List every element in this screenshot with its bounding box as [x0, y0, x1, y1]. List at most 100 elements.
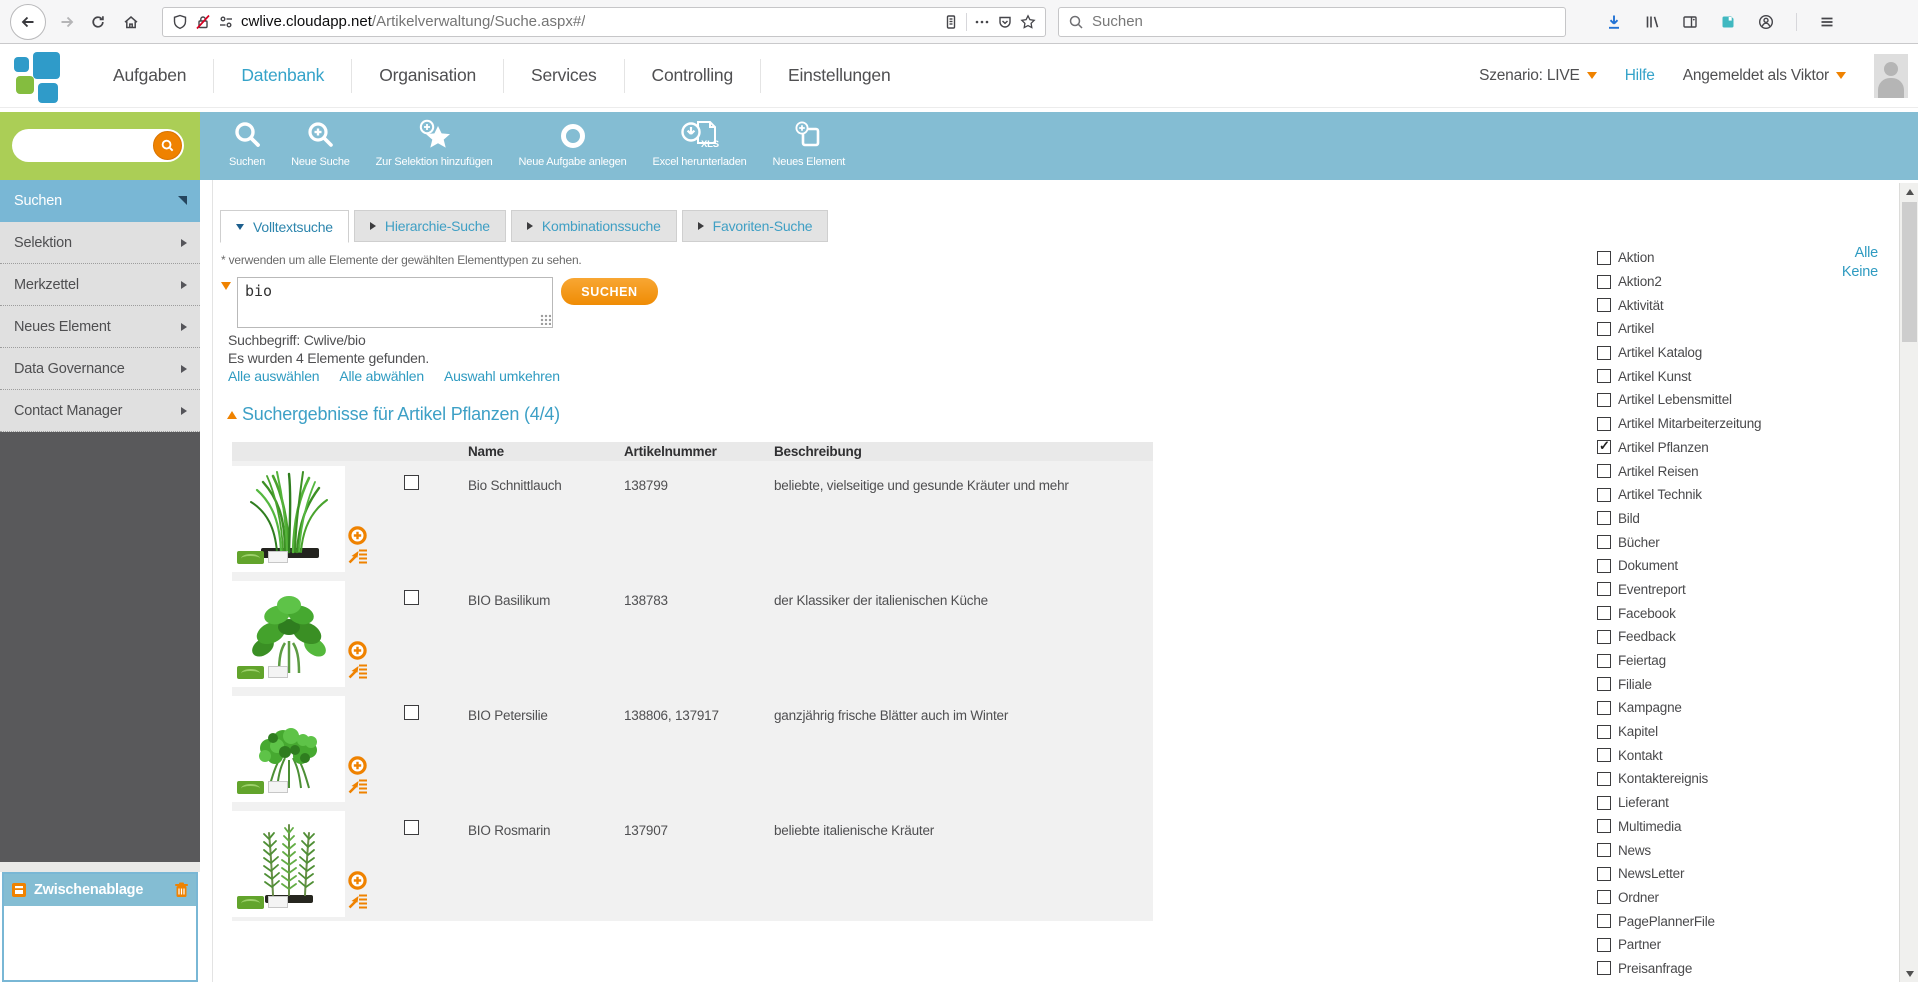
type-checkbox[interactable]	[1597, 392, 1611, 407]
sidebar-search-button[interactable]	[153, 131, 182, 160]
type-filter-item[interactable]: Filiale	[1597, 672, 1857, 696]
nav-menu-item[interactable]: Services	[503, 58, 624, 93]
result-name[interactable]: BIO Basilikum	[460, 576, 616, 691]
toolbar-button[interactable]: Suchen	[216, 112, 278, 168]
bookmark-star-icon[interactable]	[1020, 13, 1036, 30]
selection-link[interactable]: Alle auswählen	[228, 368, 320, 384]
add-to-list-icon[interactable]	[348, 778, 368, 795]
sidebar-menu-item[interactable]: Suchen	[0, 180, 200, 222]
sidebar-search-input[interactable]	[24, 134, 144, 156]
download-icon[interactable]	[1606, 14, 1622, 30]
url-bar[interactable]: cwlive.cloudapp.net/Artikelverwaltung/Su…	[162, 6, 1046, 37]
product-image[interactable]	[232, 696, 345, 802]
search-query-input[interactable]: bio	[237, 277, 553, 328]
type-filter-item[interactable]: Preisanfrage	[1597, 957, 1857, 981]
page-actions-icon[interactable]	[974, 14, 990, 30]
type-filter-item[interactable]: Aktion2	[1597, 270, 1857, 294]
add-to-list-icon[interactable]	[348, 548, 368, 565]
type-filter-item[interactable]: Kapitel	[1597, 720, 1857, 744]
toolbar-button[interactable]: Zur Selektion hinzufügen	[363, 112, 506, 168]
selection-link[interactable]: Auswahl umkehren	[444, 368, 560, 384]
account-menu[interactable]: Angemeldet als Viktor	[1683, 67, 1846, 85]
type-checkbox[interactable]	[1597, 653, 1611, 668]
scenario-selector[interactable]: Szenario: LIVE	[1479, 67, 1597, 85]
lock-disabled-icon[interactable]	[195, 14, 211, 30]
row-checkbox[interactable]	[404, 590, 419, 605]
type-filter-item[interactable]: PagePlannerFile	[1597, 909, 1857, 933]
reload-button[interactable]	[82, 14, 114, 30]
nav-menu-item[interactable]: Datenbank	[213, 58, 351, 93]
result-name[interactable]: BIO Petersilie	[460, 691, 616, 806]
type-filter-item[interactable]: Kontaktereignis	[1597, 767, 1857, 791]
row-checkbox[interactable]	[404, 475, 419, 490]
type-filter-item[interactable]: Kontakt	[1597, 743, 1857, 767]
avatar[interactable]	[1874, 53, 1908, 98]
type-checkbox[interactable]	[1597, 937, 1611, 952]
type-checkbox[interactable]	[1597, 487, 1611, 502]
type-filter-item[interactable]: Multimedia	[1597, 815, 1857, 839]
nav-menu-item[interactable]: Aufgaben	[86, 59, 213, 93]
app-logo[interactable]	[12, 51, 66, 103]
search-tab[interactable]: Hierarchie-Suche	[353, 210, 506, 242]
nav-menu-item[interactable]: Organisation	[351, 58, 503, 93]
home-button[interactable]	[114, 14, 148, 30]
back-button[interactable]	[10, 3, 46, 40]
row-checkbox[interactable]	[404, 820, 419, 835]
type-filter-item[interactable]: Artikel	[1597, 317, 1857, 341]
sidebar-menu-item[interactable]: Neues Element	[0, 306, 200, 348]
add-to-selection-icon[interactable]	[347, 870, 368, 891]
type-filter-item[interactable]: Facebook	[1597, 601, 1857, 625]
type-filter-item[interactable]: Aktivität	[1597, 293, 1857, 317]
type-checkbox[interactable]	[1597, 724, 1611, 739]
type-checkbox[interactable]	[1597, 298, 1611, 313]
collapse-icon[interactable]	[227, 410, 237, 419]
nav-menu-item[interactable]: Controlling	[623, 58, 760, 93]
type-checkbox[interactable]	[1597, 582, 1611, 597]
sidebar-toggle-icon[interactable]	[1682, 14, 1698, 30]
toolbar-button[interactable]: Neue Aufgabe anlegen	[506, 112, 640, 168]
type-checkbox[interactable]	[1597, 748, 1611, 763]
result-name[interactable]: Bio Schnittlauch	[460, 461, 616, 576]
type-filter-item[interactable]: Artikel Katalog	[1597, 341, 1857, 365]
add-to-list-icon[interactable]	[348, 893, 368, 910]
type-checkbox[interactable]	[1597, 795, 1611, 810]
pocket-icon[interactable]	[997, 14, 1013, 30]
type-filter-item[interactable]: Bücher	[1597, 530, 1857, 554]
type-checkbox[interactable]	[1597, 771, 1611, 786]
type-checkbox[interactable]	[1597, 606, 1611, 621]
product-image[interactable]	[232, 581, 345, 687]
search-tab[interactable]: Favoriten-Suche	[681, 210, 829, 242]
resize-handle[interactable]	[540, 314, 551, 325]
type-filter-item[interactable]: Feedback	[1597, 625, 1857, 649]
menu-icon[interactable]	[1819, 14, 1835, 30]
sidebar-menu-item[interactable]: Data Governance	[0, 348, 200, 390]
type-checkbox[interactable]	[1597, 274, 1611, 289]
save-session-icon[interactable]	[1720, 14, 1736, 30]
type-filter-item[interactable]: Artikel Technik	[1597, 483, 1857, 507]
type-checkbox[interactable]	[1597, 843, 1611, 858]
type-checkbox[interactable]	[1597, 890, 1611, 905]
type-checkbox[interactable]	[1597, 914, 1611, 929]
type-filter-item[interactable]: Kampagne	[1597, 696, 1857, 720]
scroll-down-icon[interactable]	[1900, 965, 1918, 982]
add-to-selection-icon[interactable]	[347, 525, 368, 546]
row-checkbox[interactable]	[404, 705, 419, 720]
toolbar-button[interactable]: Neues Element	[760, 112, 859, 168]
reader-mode-icon[interactable]	[943, 14, 959, 30]
type-checkbox[interactable]	[1597, 438, 1611, 455]
forward-button[interactable]	[52, 14, 82, 30]
add-to-selection-icon[interactable]	[347, 640, 368, 661]
selection-link[interactable]: Alle abwählen	[339, 368, 424, 384]
result-name[interactable]: BIO Rosmarin	[460, 806, 616, 921]
type-filter-item[interactable]: Artikel Reisen	[1597, 459, 1857, 483]
add-to-list-icon[interactable]	[348, 663, 368, 680]
type-filter-item[interactable]: Artikel Kunst	[1597, 364, 1857, 388]
sidebar-menu-item[interactable]: Selektion	[0, 222, 200, 264]
type-checkbox[interactable]	[1597, 700, 1611, 715]
search-tab[interactable]: Kombinationssuche	[510, 210, 677, 242]
type-filter-item[interactable]: Feiertag	[1597, 649, 1857, 673]
page-scrollbar[interactable]	[1899, 183, 1918, 982]
type-filter-item[interactable]: Artikel Lebensmittel	[1597, 388, 1857, 412]
type-checkbox[interactable]	[1597, 819, 1611, 834]
type-checkbox[interactable]	[1597, 345, 1611, 360]
